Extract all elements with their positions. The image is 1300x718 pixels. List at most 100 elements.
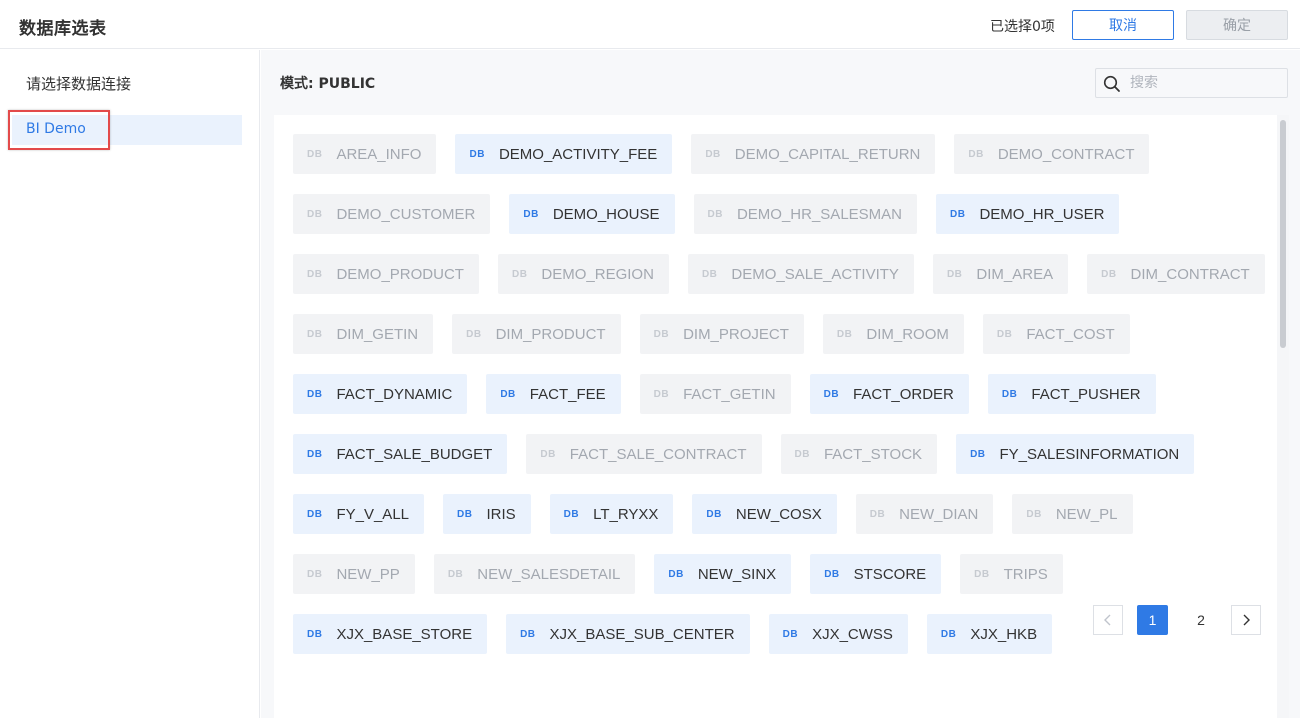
db-icon: DB <box>307 508 323 520</box>
db-icon: DB <box>836 328 853 340</box>
scrollbar[interactable] <box>1277 115 1289 718</box>
db-icon: DB <box>457 508 473 520</box>
table-selection-area: 模式: PUBLIC DB AREA_INFO DB DEMO_ACTIVITY_FE… <box>261 50 1300 718</box>
schema-label: 模式: PUBLIC <box>280 76 376 92</box>
table-item-xjx-base-store[interactable]: DB XJX_BASE_STORE <box>293 614 488 654</box>
table-item-fact-dynamic[interactable]: DB FACT_DYNAMIC <box>293 374 468 414</box>
table-item-label: NEW_DIAN <box>899 505 979 523</box>
table-item-demo-product[interactable]: DB DEMO_PRODUCT <box>293 254 479 294</box>
db-icon: DB <box>794 448 810 460</box>
db-icon: DB <box>707 208 723 220</box>
db-icon: DB <box>869 508 886 520</box>
table-item-stscore[interactable]: DB STSCORE <box>810 554 942 594</box>
table-item-label: FACT_COST <box>1026 325 1115 343</box>
db-icon: DB <box>307 628 323 640</box>
table-item-label: FY_SALESINFORMATION <box>999 445 1180 463</box>
page-1-button[interactable]: 1 <box>1137 605 1168 635</box>
table-item-label: DEMO_CUSTOMER <box>336 205 476 223</box>
table-item-demo-customer[interactable]: DB DEMO_CUSTOMER <box>293 194 491 234</box>
table-item-label: FACT_DYNAMIC <box>336 385 453 403</box>
table-item-dim-product[interactable]: DB DIM_PRODUCT <box>452 314 621 354</box>
db-icon: DB <box>307 388 323 400</box>
connection-sidebar: 请选择数据连接 BI Demo <box>0 50 260 718</box>
table-item-trips[interactable]: DB TRIPS <box>960 554 1063 594</box>
cancel-button[interactable]: 取消 <box>1072 10 1174 40</box>
search-input[interactable] <box>1130 73 1280 93</box>
db-icon: DB <box>1001 388 1018 400</box>
table-item-dim-room[interactable]: DB DIM_ROOM <box>822 314 964 354</box>
db-icon: DB <box>968 148 984 160</box>
db-icon: DB <box>824 568 840 580</box>
prev-page-button[interactable] <box>1093 605 1123 635</box>
table-item-fact-pusher[interactable]: DB FACT_PUSHER <box>987 374 1156 414</box>
table-item-xjx-hkb[interactable]: DB XJX_HKB <box>926 614 1053 654</box>
table-item-demo-activity-fee[interactable]: DB DEMO_ACTIVITY_FEE <box>455 134 673 174</box>
selected-count: 已选择0项 <box>990 19 1055 35</box>
table-item-fact-order[interactable]: DB FACT_ORDER <box>809 374 969 414</box>
table-item-fact-cost[interactable]: DB FACT_COST <box>982 314 1130 354</box>
table-item-label: AREA_INFO <box>336 145 422 163</box>
table-item-label: DEMO_CAPITAL_RETURN <box>734 145 921 163</box>
table-item-demo-region[interactable]: DB DEMO_REGION <box>497 254 669 294</box>
db-icon: DB <box>706 508 722 520</box>
table-item-label: XJX_CWSS <box>812 625 893 643</box>
table-item-label: FACT_PUSHER <box>1031 385 1141 403</box>
table-item-demo-hr-user[interactable]: DB DEMO_HR_USER <box>936 194 1120 234</box>
table-item-fact-sale-contract[interactable]: DB FACT_SALE_CONTRACT <box>526 434 762 474</box>
scrollbar-thumb[interactable] <box>1280 120 1286 348</box>
table-item-new-salesdetail[interactable]: DB NEW_SALESDETAIL <box>433 554 636 594</box>
table-item-dim-contract[interactable]: DB DIM_CONTRACT <box>1087 254 1265 294</box>
table-item-demo-hr-salesman[interactable]: DB DEMO_HR_SALESMAN <box>693 194 917 234</box>
table-item-label: LT_RYXX <box>593 505 659 523</box>
table-item-dim-area[interactable]: DB DIM_AREA <box>932 254 1069 294</box>
table-item-label: XJX_BASE_SUB_CENTER <box>549 625 735 643</box>
page-2-button[interactable]: 2 <box>1186 605 1216 635</box>
table-item-demo-capital-return[interactable]: DB DEMO_CAPITAL_RETURN <box>691 134 936 174</box>
db-icon: DB <box>1101 268 1117 280</box>
confirm-button[interactable]: 确定 <box>1186 10 1288 40</box>
next-page-button[interactable] <box>1231 605 1261 635</box>
table-item-fact-sale-budget[interactable]: DB FACT_SALE_BUDGET <box>293 434 508 474</box>
table-item-fact-fee[interactable]: DB FACT_FEE <box>486 374 621 414</box>
table-item-area-info[interactable]: DB AREA_INFO <box>293 134 437 174</box>
search-icon <box>1103 75 1120 92</box>
table-item-dim-getin[interactable]: DB DIM_GETIN <box>293 314 434 354</box>
db-icon: DB <box>946 268 963 280</box>
db-icon: DB <box>1026 508 1042 520</box>
table-item-new-pl[interactable]: DB NEW_PL <box>1012 494 1133 534</box>
db-icon: DB <box>653 388 670 400</box>
table-item-label: DIM_ROOM <box>866 325 949 343</box>
table-item-iris[interactable]: DB IRIS <box>443 494 531 534</box>
table-item-label: IRIS <box>486 505 516 523</box>
table-item-label: XJX_BASE_STORE <box>336 625 473 643</box>
table-item-xjx-base-sub-center[interactable]: DB XJX_BASE_SUB_CENTER <box>506 614 750 654</box>
db-icon: DB <box>500 388 516 400</box>
table-item-new-cosx[interactable]: DB NEW_COSX <box>692 494 837 534</box>
db-icon: DB <box>466 328 482 340</box>
table-item-fact-stock[interactable]: DB FACT_STOCK <box>780 434 938 474</box>
table-item-new-pp[interactable]: DB NEW_PP <box>293 554 415 594</box>
table-item-label: DEMO_HR_SALESMAN <box>736 205 902 223</box>
table-item-label: FACT_GETIN <box>683 385 776 403</box>
table-item-demo-sale-activity[interactable]: DB DEMO_SALE_ACTIVITY <box>687 254 914 294</box>
table-grid: DB AREA_INFO DB DEMO_ACTIVITY_FEE DB DEMO_CAP… <box>293 134 1268 654</box>
db-icon: DB <box>563 508 580 520</box>
db-icon: DB <box>307 148 323 160</box>
table-item-xjx-cwss[interactable]: DB XJX_CWSS <box>768 614 908 654</box>
table-item-new-dian[interactable]: DB NEW_DIAN <box>855 494 994 534</box>
table-item-new-sinx[interactable]: DB NEW_SINX <box>654 554 792 594</box>
table-item-label: FACT_SALE_CONTRACT <box>569 445 747 463</box>
table-item-fy-salesinformation[interactable]: DB FY_SALESINFORMATION <box>956 434 1195 474</box>
table-item-lt-ryxx[interactable]: DB LT_RYXX <box>549 494 674 534</box>
table-item-demo-house[interactable]: DB DEMO_HOUSE <box>509 194 675 234</box>
table-item-dim-project[interactable]: DB DIM_PROJECT <box>639 314 804 354</box>
table-item-label: DEMO_HOUSE <box>552 205 660 223</box>
table-item-label: DIM_PROJECT <box>683 325 789 343</box>
table-item-fact-getin[interactable]: DB FACT_GETIN <box>639 374 791 414</box>
table-item-label: TRIPS <box>1003 565 1048 583</box>
table-item-fy-v-all[interactable]: DB FY_V_ALL <box>293 494 424 534</box>
table-item-label: FACT_STOCK <box>823 445 923 463</box>
search-box[interactable] <box>1095 68 1288 98</box>
table-item-demo-contract[interactable]: DB DEMO_CONTRACT <box>954 134 1150 174</box>
table-item-label: DIM_AREA <box>976 265 1054 283</box>
